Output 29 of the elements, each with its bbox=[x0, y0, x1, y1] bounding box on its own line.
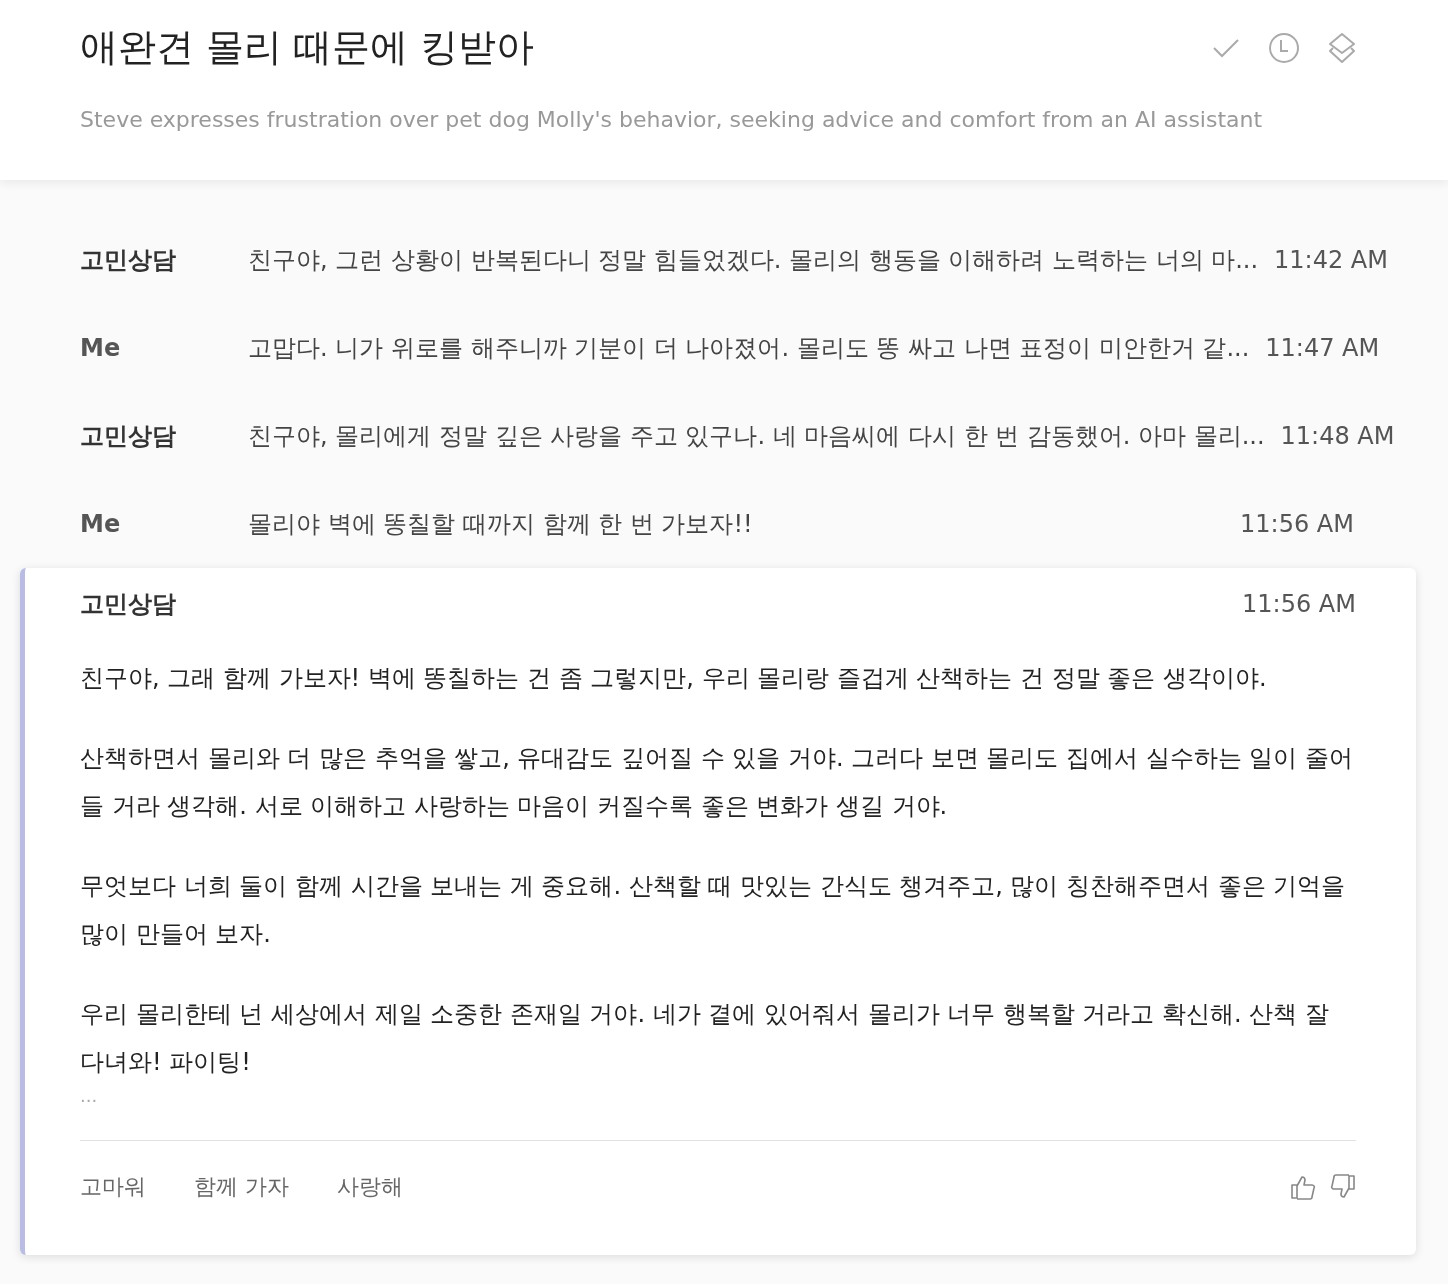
suggestion-button[interactable]: 사랑해 bbox=[337, 1172, 403, 1202]
reply-paragraph: 무엇보다 너희 둘이 함께 시간을 보내는 게 중요해. 산책할 때 맛있는 간식도 챙겨주고, 많이 칭찬해주면서 좋은 기억을 많이 만들어 보자. bbox=[80, 871, 1347, 950]
more-indicator: ... bbox=[80, 1086, 99, 1106]
message-time: 11:56 AM bbox=[1240, 510, 1354, 538]
conversation-summary: Steve expresses frustration over pet dog Molly's behavior, seeking advice and comfort from an AI assistant bbox=[80, 107, 1264, 132]
layers-icon[interactable] bbox=[1328, 31, 1356, 64]
message-sender: 고민상담 bbox=[80, 245, 177, 276]
message-preview[interactable]: 고맙다. 니가 위로를 해주니까 기분이 더 나아졌어. 몰리도 똥 싸고 나면 표정이 미안한거 같... bbox=[248, 332, 1250, 364]
message-sender: 고민상담 bbox=[80, 421, 177, 452]
message-time: 11:47 AM bbox=[1265, 334, 1380, 362]
reply-paragraph: 친구야, 그래 함께 가보자! 벽에 똥칠하는 건 좀 그렇지만, 우리 몰리랑 즐겁게 산책하는 건 정말 좋은 생각이야. bbox=[80, 663, 1268, 694]
thumbs-up-icon[interactable] bbox=[1290, 1174, 1316, 1200]
message-preview[interactable]: 친구야, 몰리에게 정말 깊은 사랑을 주고 있구나. 네 마음씨에 다시 한 번 감동했어. 아마 몰리... bbox=[248, 420, 1265, 452]
message-sender: Me bbox=[80, 510, 122, 538]
message-time: 11:48 AM bbox=[1280, 422, 1395, 450]
reply-paragraph: 산책하면서 몰리와 더 많은 추억을 쌓고, 유대감도 깊어질 수 있을 거야. 그러다 보면 몰리도 집에서 실수하는 일이 줄어들 거라 생각해. 서로 이해하고 사랑하는 마음이 커질수록 좋은 변화가 생길 거야. bbox=[80, 743, 1354, 822]
conversation-title: 애완견 몰리 때문에 킹받아 bbox=[80, 24, 535, 71]
reply-paragraph: 우리 몰리한테 넌 세상에서 제일 소중한 존재일 거야. 네가 곁에 있어줘서 몰리가 너무 행복할 거라고 확신해. 산책 잘 다녀와! 파이팅! bbox=[80, 999, 1330, 1078]
message-time: 11:42 AM bbox=[1274, 246, 1388, 274]
suggestion-button[interactable]: 고마워 bbox=[80, 1172, 146, 1202]
thumbs-down-icon[interactable] bbox=[1330, 1174, 1356, 1200]
suggestion-button[interactable]: 함께 가자 bbox=[194, 1172, 289, 1202]
message-preview[interactable]: 몰리야 벽에 똥칠할 때까지 함께 한 번 가보자!! bbox=[248, 508, 1225, 540]
message-sender: Me bbox=[80, 334, 122, 362]
checkmark-icon[interactable] bbox=[1212, 36, 1240, 59]
message-preview[interactable]: 친구야, 그런 상황이 반복된다니 정말 힘들었겠다. 몰리의 행동을 이해하려 노력하는 너의 마... bbox=[248, 244, 1259, 276]
message-sender: 고민상담 bbox=[80, 589, 176, 620]
clock-icon[interactable] bbox=[1268, 31, 1300, 64]
message-time: 11:56 AM bbox=[1242, 590, 1356, 618]
